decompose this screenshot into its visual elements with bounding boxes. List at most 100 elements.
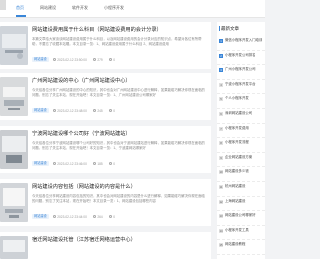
publish-date: 2023-02-12 23:48:00 [52, 108, 87, 113]
category-tag[interactable]: 网站建设 [32, 57, 49, 62]
sidebar-item-label[interactable]: 广州小程序开发公司 [225, 67, 256, 71]
sidebar-item[interactable]: 6 深圳网站建设公司 [217, 109, 265, 124]
sidebar-item-label[interactable]: 上海网站建设 [225, 199, 245, 203]
rank-badge: 6 [219, 111, 223, 116]
rank-badge: 15 [219, 243, 223, 248]
sidebar-item-label[interactable]: 网站建设多少钱 [225, 169, 249, 173]
site-logo[interactable] [0, 0, 6, 10]
sidebar-item[interactable]: 13 网站建设公司哪家好 [217, 211, 265, 226]
sidebar-title: 最新文章 [221, 26, 239, 31]
article-title[interactable]: 广州网站建设的中心（广州网站建设中心） [32, 78, 131, 85]
publish-date: 2023-02-12 23:50:00 [52, 58, 87, 62]
sidebar-item[interactable]: 10 网站建设多少钱 [217, 167, 265, 182]
comment-icon [108, 109, 112, 112]
article-card[interactable]: 广州网站建设的中心（广州网站建设中心） 今天给各位分享广州网站建设的中心的知识，… [0, 73, 211, 120]
category-tag[interactable]: 网站建设 [32, 161, 49, 166]
article-meta: 网站建设 2023-02-12 23:48:00 245 0 [32, 108, 121, 113]
publish-date: 2023-02-12 23:44:00 [52, 214, 87, 219]
rank-badge: 4 [219, 82, 223, 87]
sidebar-item-label[interactable]: 小程序开发公司排名 [225, 53, 256, 57]
sidebar-item[interactable]: 9 企业网站建设方案 [217, 153, 265, 168]
category-tag[interactable]: 网站建设 [32, 108, 49, 113]
nav-item-website-building[interactable]: 网站建设 [40, 5, 56, 11]
article-card[interactable]: 宁波网站建设哪个公司好（宁波网站建站） 今天给各位分享宁波网站建设哪个公司好的知… [0, 126, 211, 173]
top-navigation-bar: 首页 网站建设 软件开发 小程序开发 [0, 0, 265, 18]
publish-date: 2023-02-12 23:46:00 [52, 161, 87, 166]
sidebar-item[interactable]: 1 微信小程序开发入门培训 [217, 36, 265, 51]
article-card[interactable]: 网站建设内容包括（网站建设的内容是什么） 今天给各位分享网站建设内容包括的知识，… [0, 179, 211, 226]
comment-count: 0 [108, 108, 115, 113]
sidebar-item-label[interactable]: 微信小程序开发入门培训 [225, 38, 262, 42]
article-thumbnail[interactable] [0, 183, 28, 222]
article-card[interactable]: 宿迁网站建设托管（江苏宿迁网络运营中心） [0, 232, 211, 259]
sidebar-item-label[interactable]: 小程序开发流程 [225, 140, 249, 144]
active-nav-indicator [16, 15, 26, 17]
comments-text: 0 [113, 161, 115, 166]
nav-item-miniprogram-dev[interactable]: 小程序开发 [104, 5, 124, 11]
date-text: 2023-02-12 23:48:00 [57, 108, 87, 113]
article-title[interactable]: 网站建设内容包括（网站建设的内容是什么） [32, 184, 136, 191]
view-count: 264 [92, 215, 103, 219]
sidebar-item[interactable]: 5 个人小程序开发 [217, 94, 265, 109]
sidebar-item[interactable]: 12 上海网站建设 [217, 197, 265, 212]
views-text: 185 [97, 161, 103, 166]
sidebar-item-label[interactable]: 个人小程序开发 [225, 96, 249, 100]
rank-badge: 14 [219, 228, 223, 233]
clock-icon [52, 109, 56, 112]
sidebar-item-label[interactable]: 杭州网站建设 [225, 184, 245, 188]
sidebar-item[interactable]: 11 杭州网站建设 [217, 182, 265, 197]
article-title[interactable]: 宿迁网站建设托管（江苏宿迁网络运营中心） [32, 237, 136, 244]
article-thumbnail[interactable] [0, 236, 28, 259]
sidebar-item-label[interactable]: 网站建设公司哪家好 [225, 213, 256, 217]
comments-text: 0 [113, 108, 115, 113]
rank-badge: 10 [219, 170, 223, 175]
sidebar-item-label[interactable]: 网站建设教程 [225, 242, 245, 246]
sidebar-item-label[interactable]: 深圳网站建设公司 [225, 111, 252, 115]
article-excerpt: 本篇文章给大家谈谈网站建设费用属于什么科目，以及网站建设费用的会计分录对应的知识… [32, 37, 202, 46]
views-text: 245 [97, 108, 103, 113]
sidebar-item-label[interactable]: 小程序开发费用 [225, 126, 249, 130]
sidebar-latest-articles: 最新文章 1 微信小程序开发入门培训 2 小程序开发公司排名 3 广州小程序开发公司 … [217, 22, 265, 259]
nav-item-software-dev[interactable]: 软件开发 [72, 5, 88, 11]
thumbnail-image-icon [0, 77, 28, 116]
article-excerpt: 今天给各位分享网站建设内容包括的知识，其中也会对网站建设的内容是什么进行解释，如… [32, 194, 205, 203]
sidebar-item[interactable]: 8 小程序开发流程 [217, 138, 265, 153]
article-title[interactable]: 宁波网站建设哪个公司好（宁波网站建站） [32, 131, 131, 138]
view-count: 185 [92, 161, 103, 166]
thumbnail-image-icon [0, 183, 28, 222]
article-meta: 网站建设 2023-02-12 23:50:00 279 0 [32, 57, 121, 62]
article-thumbnail[interactable] [0, 26, 28, 65]
article-excerpt: 今天给各位分享宁波网站建设哪个公司好的知识，其中也会对宁波网站建站进行解释，如果… [32, 141, 205, 150]
article-card[interactable]: 网站建设费用属于什么科目（网站建设费用的会计分录） 本篇文章给大家谈谈网站建设费… [0, 22, 211, 69]
comments-text: 0 [113, 57, 115, 62]
sidebar-item-label[interactable]: 企业网站建设方案 [225, 155, 252, 159]
eye-icon [92, 162, 96, 165]
sidebar-item-label[interactable]: 宁波小程序开发平台 [225, 82, 256, 86]
article-thumbnail[interactable] [0, 77, 28, 116]
comment-icon [108, 58, 112, 61]
sidebar-item[interactable]: 4 宁波小程序开发平台 [217, 80, 265, 95]
sidebar-item-label[interactable]: 小程序开发工具 [225, 228, 249, 232]
sidebar-item[interactable]: 2 小程序开发公司排名 [217, 51, 265, 66]
nav-item-home[interactable]: 首页 [16, 5, 24, 11]
clock-icon [52, 58, 56, 61]
article-thumbnail[interactable] [0, 130, 28, 169]
main-nav: 首页 网站建设 软件开发 小程序开发 [16, 5, 140, 11]
sidebar-item[interactable]: 7 小程序开发费用 [217, 124, 265, 139]
date-text: 2023-02-12 23:44:00 [57, 214, 87, 219]
sidebar-item[interactable]: 14 小程序开发工具 [217, 226, 265, 241]
sidebar-item[interactable]: 3 广州小程序开发公司 [217, 65, 265, 80]
comment-icon [108, 162, 112, 165]
article-title[interactable]: 网站建设费用属于什么科目（网站建设费用的会计分录） [32, 27, 162, 34]
date-text: 2023-02-12 23:46:00 [57, 161, 87, 166]
sidebar-item[interactable]: 15 网站建设教程 [217, 240, 265, 255]
comment-count: 0 [108, 57, 115, 62]
rank-badge: 2 [219, 53, 223, 58]
category-tag[interactable]: 网站建设 [32, 214, 49, 219]
article-excerpt: 今天给各位分享广州网站建设的中心的知识，其中也会对广州网站建设中心进行解释，如果… [32, 88, 205, 97]
eye-icon [92, 58, 96, 61]
view-count: 279 [92, 58, 103, 62]
clock-icon [52, 162, 56, 165]
rank-badge: 9 [219, 155, 223, 160]
rank-badge: 11 [219, 184, 223, 189]
